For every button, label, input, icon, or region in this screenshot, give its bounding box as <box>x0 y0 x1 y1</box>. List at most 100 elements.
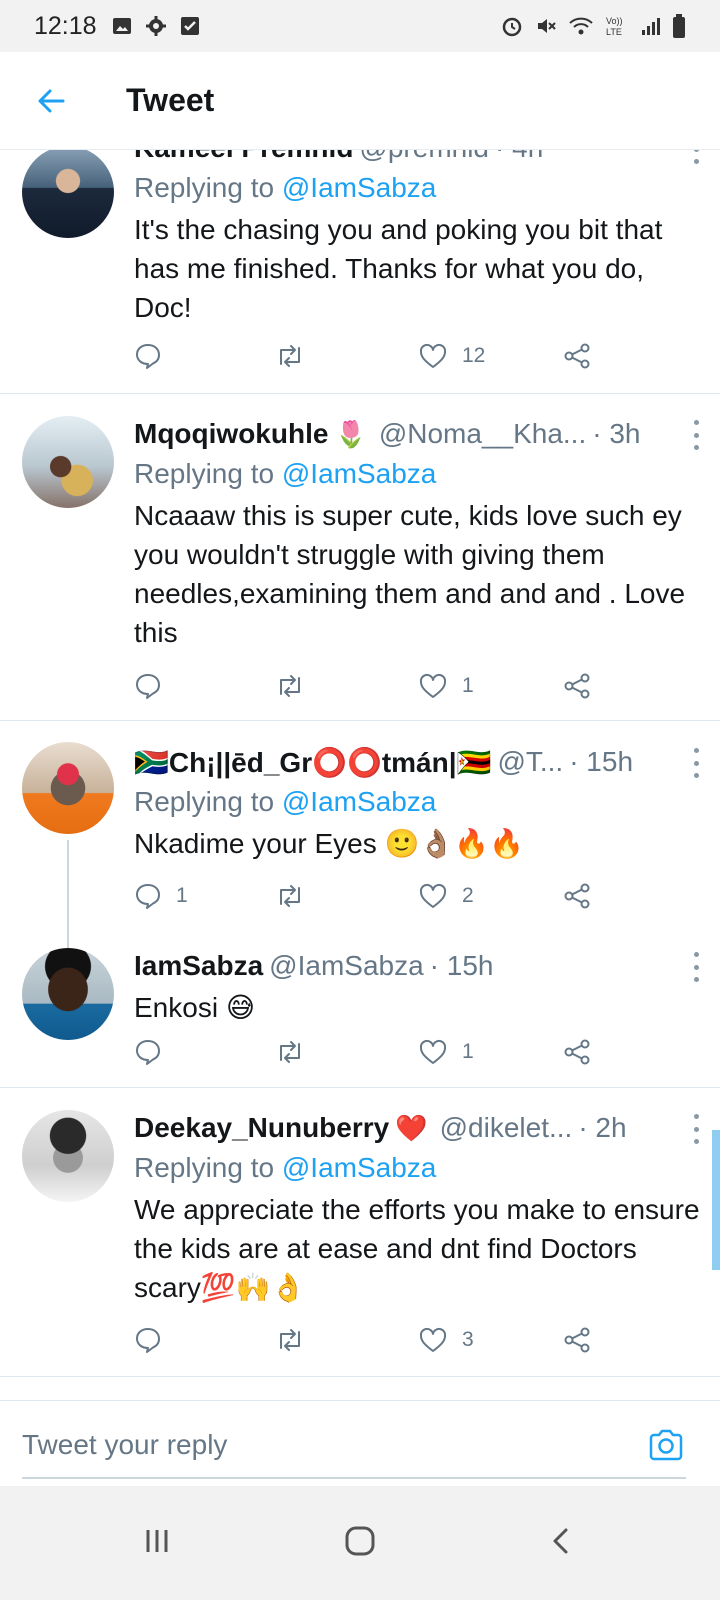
tweet-card[interactable]: Deekay_Nunuberry ❤️ @dikelet... · 2h Rep… <box>0 1108 720 1358</box>
status-right-icons: Vo)) LTE <box>500 13 686 39</box>
reply-icon <box>136 674 160 699</box>
heart-icon <box>419 673 447 698</box>
share-button[interactable] <box>562 666 592 706</box>
tweet-actions: 1 <box>134 666 604 706</box>
like-button[interactable]: 2 <box>418 876 474 916</box>
replying-to-line: Replying to @IamSabza <box>134 168 702 208</box>
replying-to-label: Replying to <box>134 172 275 203</box>
like-count: 1 <box>462 674 474 697</box>
tweet-author-name[interactable]: IamSabza <box>134 950 263 982</box>
tweet-card[interactable]: 🇿🇦Ch¡||ēd_Gr⭕⭕tmán|🇿🇼 @T... · 15h Replyi… <box>0 742 720 942</box>
share-icon <box>564 1039 590 1065</box>
tweet-time: · 15h <box>569 746 634 777</box>
tweet-text: It's the chasing you and poking you bit … <box>134 214 663 323</box>
camera-button[interactable] <box>646 1425 686 1465</box>
reply-count: 1 <box>176 884 188 907</box>
reply-feed[interactable]: Kameel Premhid @premhid · 4h Replying to… <box>0 150 720 1400</box>
checkbox-notification-icon <box>180 17 199 35</box>
avatar[interactable] <box>22 948 114 1040</box>
replying-to-line: Replying to @IamSabza <box>134 454 702 494</box>
tweet-author-name[interactable]: Kameel Premhid <box>134 150 353 164</box>
more-options-button[interactable] <box>686 748 706 778</box>
reply-icon <box>136 1040 160 1065</box>
retweet-button[interactable] <box>274 666 306 706</box>
more-options-button[interactable] <box>686 952 706 982</box>
tweet-author-handle: @premhid <box>359 150 489 164</box>
share-button[interactable] <box>562 336 592 376</box>
status-left-icons <box>111 15 201 37</box>
tweet-author-emoji: 🌷 <box>334 418 367 449</box>
back-button[interactable] <box>26 76 76 126</box>
retweet-button[interactable] <box>274 1320 306 1360</box>
like-count: 12 <box>462 344 486 367</box>
gallery-notification-icon <box>112 18 131 34</box>
battery-icon <box>673 14 685 38</box>
recent-apps-button[interactable] <box>132 1516 182 1566</box>
system-back-button[interactable] <box>536 1516 586 1566</box>
like-button[interactable]: 3 <box>418 1320 474 1360</box>
page-title: Tweet <box>126 82 215 118</box>
tweet-time: · 15h <box>429 950 494 981</box>
avatar[interactable] <box>22 416 114 508</box>
retweet-button[interactable] <box>274 1032 306 1072</box>
tweet-author-name[interactable]: 🇿🇦Ch¡||ēd_Gr⭕⭕tmán|🇿🇼 <box>134 746 491 779</box>
replying-to-mention[interactable]: @IamSabza <box>282 786 437 817</box>
heart-icon <box>419 1039 447 1064</box>
tweet-divider <box>0 393 720 394</box>
tweet-time: · 2h <box>578 1112 627 1143</box>
more-options-button[interactable] <box>686 1114 706 1144</box>
thread-connector-line <box>67 840 69 948</box>
tweet-author-handle: @T... <box>497 746 564 777</box>
arrow-left-icon <box>38 89 65 112</box>
replying-to-mention[interactable]: @IamSabza <box>282 458 437 489</box>
tweet-actions: 3 <box>134 1320 604 1360</box>
share-button[interactable] <box>562 1032 592 1072</box>
system-navigation-bar <box>0 1486 720 1600</box>
reply-input[interactable] <box>22 1423 522 1467</box>
reply-button[interactable] <box>134 666 176 706</box>
avatar[interactable] <box>22 742 114 834</box>
tweet-author-handle: @IamSabza <box>269 950 424 981</box>
more-options-button[interactable] <box>686 420 706 450</box>
reply-button[interactable] <box>134 1320 176 1360</box>
share-icon <box>564 343 590 369</box>
tweet-card[interactable]: Mqoqiwokuhle 🌷 @Noma__Kha... · 3h Replyi… <box>0 414 720 720</box>
like-button[interactable]: 1 <box>418 1032 474 1072</box>
home-icon <box>345 1526 375 1556</box>
tweet-card[interactable]: IamSabza @IamSabza · 15h Enkosi 😅 1 <box>0 946 720 1086</box>
reply-input-underline <box>22 1477 686 1479</box>
share-button[interactable] <box>562 1320 592 1360</box>
tweet-text: Nkadime your Eyes 🙂👌🏽🔥🔥 <box>134 828 524 859</box>
tweet-card[interactable]: Kameel Premhid @premhid · 4h Replying to… <box>0 150 720 392</box>
reply-button[interactable] <box>134 1032 176 1072</box>
reply-button[interactable]: 1 <box>134 876 188 916</box>
like-button[interactable]: 12 <box>418 336 485 376</box>
tweet-author-name[interactable]: Deekay_Nunuberry <box>134 1112 389 1144</box>
avatar[interactable] <box>22 1110 114 1202</box>
tweet-divider <box>0 720 720 721</box>
home-button[interactable] <box>335 1516 385 1566</box>
share-icon <box>564 1327 590 1353</box>
more-options-button[interactable] <box>686 150 706 164</box>
tweet-author-name[interactable]: Mqoqiwokuhle <box>134 418 328 450</box>
volte-icon: Vo))LTE <box>606 16 623 37</box>
avatar[interactable] <box>22 150 114 238</box>
retweet-button[interactable] <box>274 336 306 376</box>
replying-to-mention[interactable]: @IamSabza <box>282 172 437 203</box>
tweet-time: · 3h <box>592 418 641 449</box>
retweet-button[interactable] <box>274 876 306 916</box>
tweet-author-handle: @Noma__Kha... <box>378 418 587 449</box>
tweet-divider <box>0 1376 720 1377</box>
replying-to-mention[interactable]: @IamSabza <box>282 1152 437 1183</box>
reply-button[interactable] <box>134 336 176 376</box>
mute-icon <box>538 19 556 33</box>
like-button[interactable]: 1 <box>418 666 474 706</box>
tweet-author-handle: @dikelet... <box>439 1112 573 1143</box>
retweet-icon <box>280 345 300 367</box>
share-button[interactable] <box>562 876 592 916</box>
feed-scrollbar[interactable] <box>712 1130 720 1270</box>
heart-icon <box>419 883 447 908</box>
tweet-text: Enkosi 😅 <box>134 992 256 1023</box>
replying-to-line: Replying to @IamSabza <box>134 1148 702 1188</box>
heart-icon <box>419 343 447 368</box>
